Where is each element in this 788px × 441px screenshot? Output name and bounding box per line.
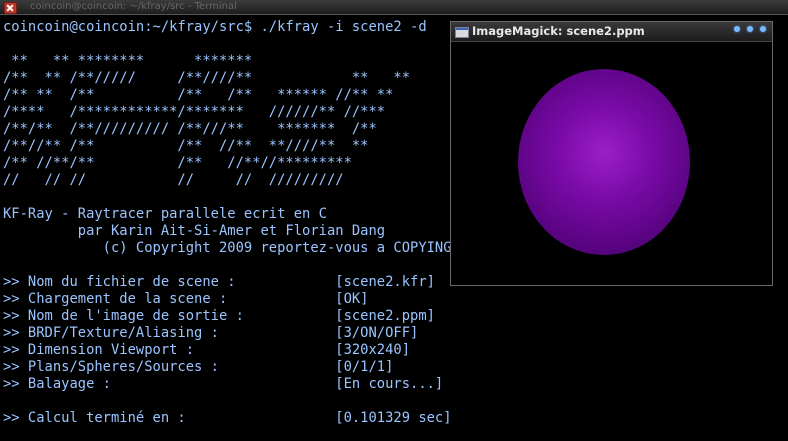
terminal-line: >> Balayage : [En cours...]: [3, 376, 444, 392]
purple-sphere: [518, 69, 690, 255]
terminal-line: >> Dimension Viewport : [320x240]: [3, 342, 411, 358]
desktop: coincoin@coincoin: ~/kfray/src - Termina…: [0, 0, 788, 441]
terminal-line: >> Chargement de la scene : [OK]: [3, 291, 369, 307]
maximize-icon[interactable]: [747, 26, 753, 32]
terminal-line: >> Calcul terminé en : [0.101329 sec]: [3, 410, 452, 426]
window-icon[interactable]: [455, 27, 469, 38]
terminal-title: coincoin@coincoin: ~/kfray/src - Termina…: [30, 1, 237, 12]
imagemagick-window[interactable]: ImageMagick: scene2.ppm: [450, 21, 773, 286]
minimize-icon[interactable]: [734, 26, 740, 32]
terminal-line: >> Plans/Spheres/Sources : [0/1/1]: [3, 359, 394, 375]
close-icon[interactable]: [4, 2, 17, 14]
close-icon[interactable]: [760, 26, 766, 32]
terminal-line: >> Nom de l'image de sortie : [scene2.pp…: [3, 308, 435, 324]
imagemagick-titlebar[interactable]: ImageMagick: scene2.ppm: [451, 22, 772, 42]
rendered-image: [451, 42, 772, 285]
window-buttons: [734, 26, 766, 32]
terminal-titlebar[interactable]: coincoin@coincoin: ~/kfray/src - Termina…: [0, 0, 788, 15]
imagemagick-title: ImageMagick: scene2.ppm: [472, 24, 645, 38]
terminal-line: >> BRDF/Texture/Aliasing : [3/ON/OFF]: [3, 325, 419, 341]
